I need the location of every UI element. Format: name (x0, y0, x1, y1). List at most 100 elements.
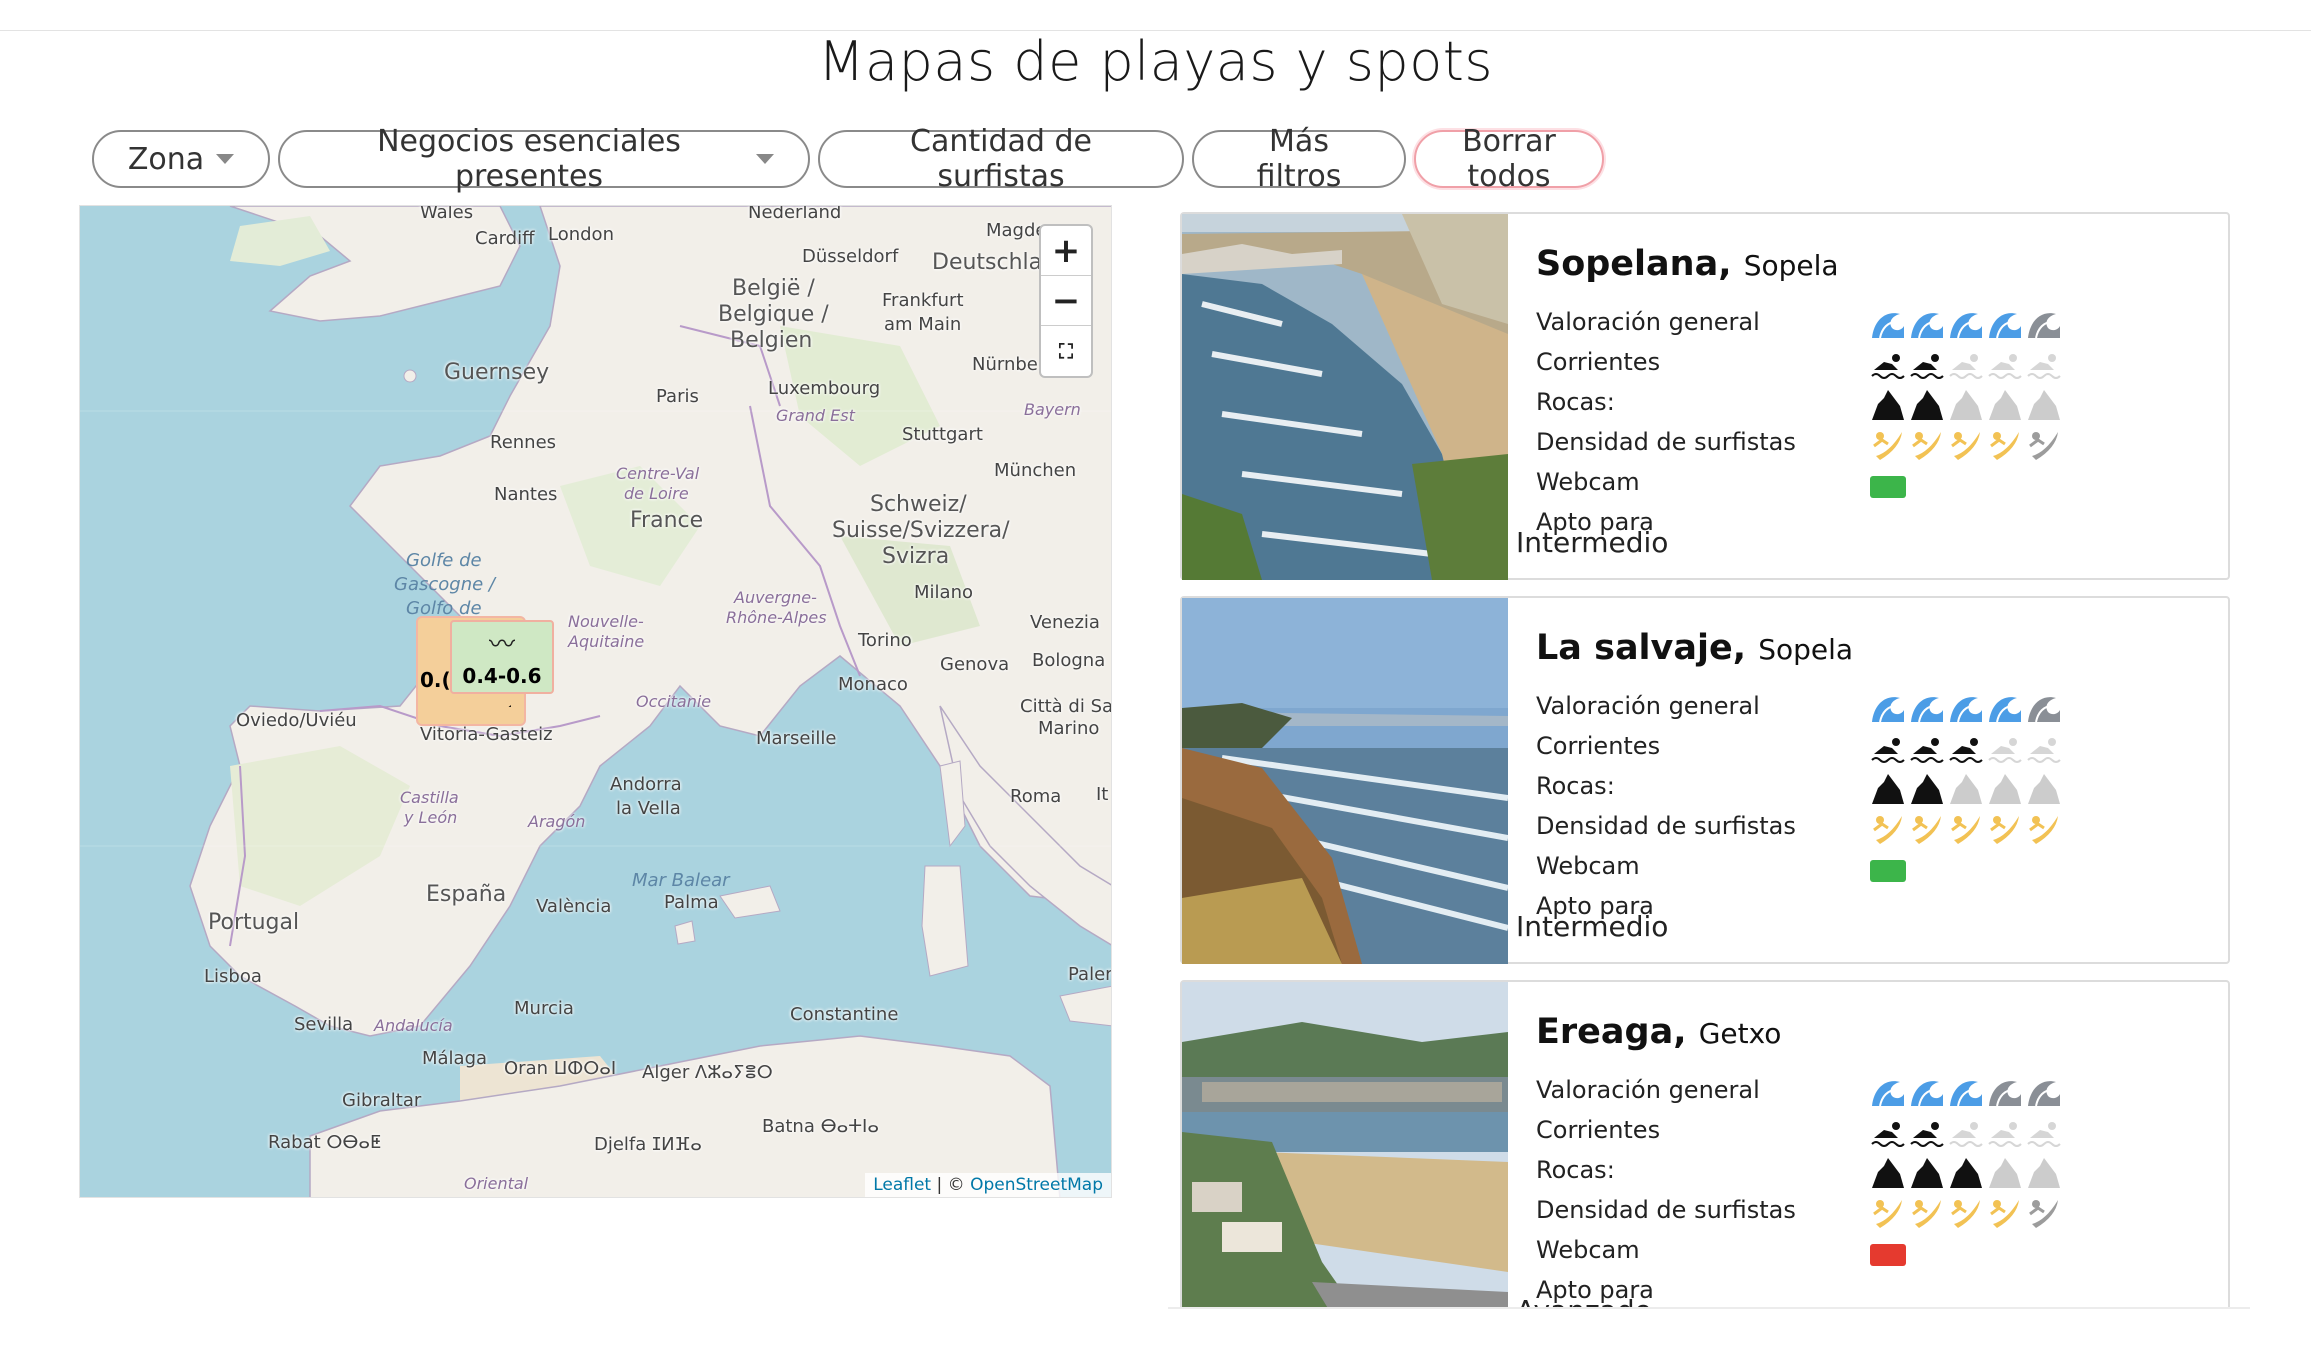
cantidad-surfistas-button[interactable]: Cantidad de surfistas (818, 124, 1184, 194)
spot-attribute-row: Corrientes (1536, 344, 2216, 384)
map-label: Torino (858, 630, 912, 651)
zona-filter-button[interactable]: Zona (92, 130, 270, 188)
spot-card[interactable]: Ereaga, Getxo Valoración general Corriente… (1180, 980, 2230, 1308)
density-value (1870, 808, 2062, 848)
surfer-icon (1990, 432, 2019, 460)
spot-attribute-label: Rocas: (1536, 388, 1615, 416)
swimmer-icon (1871, 738, 1905, 763)
wave-icon (1872, 313, 1904, 339)
map-label: Suisse/Svizzera/ (832, 518, 1010, 543)
zoom-control: + − ⛶ (1039, 224, 1093, 378)
map-label: Gascogne / (394, 574, 495, 595)
map-label: Paler (1068, 964, 1112, 985)
map-label: y León (404, 808, 458, 827)
negocios-filter-button[interactable]: Negocios esenciales presentes (278, 124, 810, 194)
map-label: Stuttgart (902, 424, 983, 445)
spot-attribute-row: Densidad de surfistas (1536, 808, 2216, 848)
map-label: Città di San (1020, 696, 1112, 717)
map-marker-wave[interactable]: 〰 0.4-0.6 m (450, 620, 554, 712)
map-label: Paris (656, 386, 699, 407)
map-label: It (1096, 784, 1109, 805)
wave-icon (1911, 697, 1943, 723)
camera-icon (1870, 1244, 1906, 1266)
wave-icon (1911, 313, 1943, 339)
spot-name-text: La salvaje, (1536, 628, 1747, 668)
openstreetmap-link[interactable]: OpenStreetMap (970, 1175, 1103, 1195)
spot-town: Sopela (1758, 633, 1854, 666)
map-label: Wales (420, 205, 474, 223)
spot-attribute-label: Valoración general (1536, 308, 1760, 336)
rock-icon (1989, 390, 2021, 420)
zoom-in-button[interactable]: + (1041, 226, 1091, 276)
map-label: Vitoria-Gasteiz (420, 724, 553, 745)
map-label: Murcia (514, 998, 574, 1019)
map-label: Gibraltar (342, 1090, 422, 1111)
zona-filter-label: Zona (127, 141, 205, 177)
leaflet-link[interactable]: Leaflet (873, 1175, 931, 1195)
spot-attribute-label: Corrientes (1536, 348, 1661, 376)
surfer-icon (1873, 432, 1902, 460)
spot-level: Intermedio (1516, 910, 1669, 943)
map-label: Bayern (1024, 400, 1081, 419)
spot-photo (1182, 214, 1508, 580)
spot-name[interactable]: La salvaje, Sopela (1536, 628, 1853, 668)
map-label: Sevilla (294, 1014, 354, 1035)
spot-attribute-label: Webcam (1536, 1236, 1640, 1264)
fullscreen-button[interactable]: ⛶ (1041, 326, 1091, 376)
rock-icon (1950, 390, 1982, 420)
surfer-icon (1912, 816, 1941, 844)
map-label: Mar Balear (632, 870, 730, 891)
swimmer-icon (2027, 738, 2061, 763)
rock-icon (1989, 774, 2021, 804)
map-attribution: Leaflet | © OpenStreetMap (865, 1173, 1111, 1197)
spot-attribute-label: Densidad de surfistas (1536, 812, 1796, 840)
spot-list: Sopelana, Sopela Valoración general Corrie… (1180, 212, 2230, 1308)
spot-name-text: Ereaga, (1536, 1012, 1687, 1052)
wave-icon (1911, 1081, 1943, 1107)
density-value (1870, 1192, 2062, 1232)
zoom-out-button[interactable]: − (1041, 276, 1091, 326)
rock-icon (1911, 390, 1943, 420)
swimmer-icon (1871, 1122, 1905, 1147)
map-label: België / (732, 276, 815, 301)
map-label: Centre-Val (616, 464, 700, 483)
map-label: Aquitaine (568, 632, 645, 651)
map-label: Marino (1038, 718, 1100, 739)
map-label: Deutschlan (932, 250, 1057, 275)
map-label: Oviedo/Uviéu (236, 710, 357, 731)
borrar-todos-button[interactable]: Borrar todos (1414, 124, 1604, 194)
map-label: Nouvelle- (568, 612, 644, 631)
surfer-icon (1873, 1200, 1902, 1228)
spot-attribute-row: Webcam (1536, 464, 2216, 504)
spot-attribute-label: Corrientes (1536, 1116, 1661, 1144)
borrar-todos-label: Borrar todos (1462, 124, 1556, 194)
spot-attribute-row: Valoración general (1536, 304, 2216, 344)
map-label: Oran ⵡⵀⵔⴰⵏ (504, 1058, 617, 1079)
spot-card[interactable]: La salvaje, Sopela Valoración general Corr… (1180, 596, 2230, 964)
filter-bar: Zona Negocios esenciales presentes Canti… (92, 124, 1604, 194)
map-label: Andorra (610, 774, 682, 795)
surfer-icon (1951, 1200, 1980, 1228)
map-label: Nürnbe (972, 354, 1038, 375)
map-label: València (536, 896, 612, 917)
surfer-icon (1912, 432, 1941, 460)
map-label: München (994, 460, 1077, 481)
map[interactable]: Wales Nederland Cardiff London Magde Düs… (79, 205, 1112, 1198)
map-label: Bologna (1032, 650, 1106, 671)
spot-level: Avanzado (1516, 1294, 1652, 1308)
spot-name[interactable]: Ereaga, Getxo (1536, 1012, 1781, 1052)
spot-name[interactable]: Sopelana, Sopela (1536, 244, 1839, 284)
density-value (1870, 424, 2062, 464)
map-label: Batna ⴱⴰⵜⵏⴰ (762, 1116, 879, 1137)
spot-attribute-label: Corrientes (1536, 732, 1661, 760)
spot-attribute-row: Rocas: (1536, 768, 2216, 808)
mas-filtros-button[interactable]: Más filtros (1192, 124, 1406, 194)
swimmer-icon (1949, 354, 1983, 379)
spot-attribute-row: Rocas: (1536, 384, 2216, 424)
spot-attribute-row: Valoración general (1536, 688, 2216, 728)
spot-photo (1182, 598, 1508, 964)
rock-icon (1950, 1158, 1982, 1188)
camera-icon (1870, 860, 1906, 882)
spot-card[interactable]: Sopelana, Sopela Valoración general Corrie… (1180, 212, 2230, 580)
map-label: Auvergne- (734, 588, 817, 607)
